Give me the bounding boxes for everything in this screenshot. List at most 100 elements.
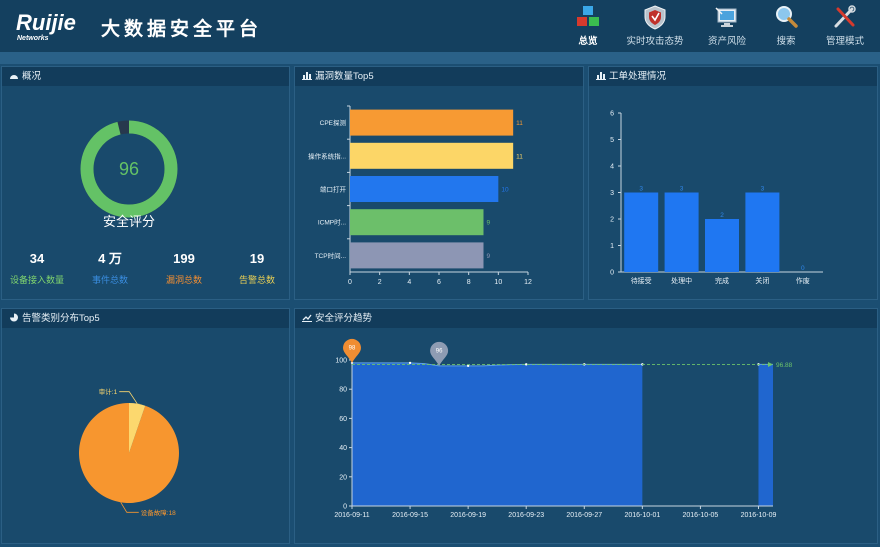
trend-area: [758, 364, 773, 506]
vuln-x-tick-label: 6: [437, 279, 441, 286]
ticket-category-label: 待接受: [631, 276, 652, 285]
brand-sub-text: Networks: [17, 35, 49, 42]
alert-panel-header: 告警类别分布Top5: [2, 309, 289, 328]
vuln-bar: [350, 209, 484, 236]
overview-panel: 概况 96 安全评分 34 设备接入数量 4 万 事件总数 199 漏洞总数 1…: [1, 66, 290, 300]
trend-area: [352, 362, 643, 506]
ticket-bar: [664, 192, 699, 272]
vuln-bar: [350, 142, 514, 169]
ticket-category-label: 处理中: [671, 276, 692, 285]
ticket-y-tick-label: 2: [610, 217, 614, 224]
trend-x-tick-label: 2016-09-15: [392, 512, 428, 519]
stat-device-count-label: 设备接入数量: [10, 274, 64, 285]
ticket-bar: [705, 219, 739, 272]
pie-chart-icon: [10, 313, 18, 322]
trend-title: 安全评分趋势: [315, 313, 373, 324]
header-band: [0, 52, 880, 64]
vuln-bar-chart: 0 2 4 6 8 10 12 CPE探测 11 操作系统指... 11 端口打开 10 ICMP时...…: [308, 105, 532, 286]
nav-asset-risk[interactable]: 资产风险: [694, 4, 760, 48]
vuln-value-label: 11: [516, 153, 523, 160]
ticket-bar: [624, 192, 659, 272]
trend-x-tick-label: 2016-09-11: [334, 512, 369, 519]
ticket-value-label: 3: [639, 186, 643, 193]
nav-admin-mode[interactable]: 管理模式: [812, 4, 878, 48]
nav-overview[interactable]: 总览: [555, 4, 621, 48]
trend-y-tick-label: 80: [339, 387, 347, 394]
vuln-top5-panel: 漏洞数量Top5 0 2 4 6 8 10 12 CPE探测 11 操作系统指... 11 端口打开 1…: [294, 66, 584, 300]
vuln-x-tick-label: 2: [378, 279, 382, 286]
app-title: 大数据安全平台: [101, 19, 263, 40]
stat-alert-total-label: 告警总数: [239, 274, 275, 285]
top-bar: Ruijie Networks 大数据安全平台 总览 实时攻击态势 资产风险 搜…: [0, 0, 880, 52]
stat-device-count-value: 34: [30, 251, 45, 266]
brand-text: Ruijie: [16, 10, 76, 35]
trend-y-tick-label: 40: [339, 445, 347, 452]
trend-y-tick-label: 20: [339, 474, 347, 481]
vuln-x-tick-label: 8: [467, 279, 471, 286]
bar-chart-icon: [302, 72, 312, 80]
score-trend-panel: 安全评分趋势 0 20 40 60 80 100 2016-09-11 2016-09-15 2…: [294, 308, 878, 544]
trend-x-tick-label: 2016-09-23: [508, 512, 544, 519]
overview-icon: [577, 6, 599, 26]
trend-x-tick-label: 2016-09-27: [566, 512, 602, 519]
trend-x-tick-label: 2016-09-19: [450, 512, 486, 519]
shield-icon: [644, 5, 666, 30]
overview-panel-header: 概况: [2, 67, 289, 86]
ticket-status-panel: 工单处理情况 0 1 2 3 4 5 6 3 待接受 3 处理中 2 完成 3 关闭 0 作废: [588, 66, 878, 300]
monitor-icon: [715, 7, 737, 27]
trend-min-marker-label: 96: [436, 348, 443, 354]
vuln-bar: [350, 176, 499, 202]
ticket-title: 工单处理情况: [609, 71, 667, 82]
alert-pie-leader-line: [119, 391, 138, 404]
ticket-bar: [745, 192, 780, 272]
vuln-category-label: CPE探测: [320, 118, 347, 127]
ticket-category-label: 关闭: [755, 276, 769, 285]
ruijie-logo: Ruijie Networks: [16, 10, 76, 42]
score-value: 96: [119, 159, 139, 179]
ticket-value-label: 3: [680, 186, 684, 193]
vuln-bar: [350, 242, 484, 269]
nav-search-label: 搜索: [776, 36, 796, 47]
stat-alert-total-value: 19: [250, 251, 264, 266]
stat-event-total-label: 事件总数: [92, 274, 128, 285]
trend-x-tick-label: 2016-10-01: [624, 512, 660, 519]
alert-pie-label: 设备故障:18: [141, 508, 176, 517]
vuln-value-label: 11: [516, 120, 523, 127]
alert-category-panel: 告警类别分布Top5 设备故障:18 审计:1: [1, 308, 290, 544]
ticket-bar-chart: 0 1 2 3 4 5 6 3 待接受 3 处理中 2 完成 3 关闭 0 作废: [610, 111, 823, 285]
overview-body: 96 安全评分 34 设备接入数量 4 万 事件总数 199 漏洞总数 19 告…: [10, 120, 275, 285]
stat-event-total-value: 4 万: [98, 251, 122, 266]
trend-y-tick-label: 100: [335, 358, 347, 365]
trend-panel-header: 安全评分趋势: [295, 309, 877, 328]
ticket-y-tick-label: 0: [610, 270, 614, 277]
nav-realtime-attack-label: 实时攻击态势: [626, 36, 684, 47]
trend-x-tick-label: 2016-10-09: [741, 512, 777, 519]
vuln-x-tick-label: 0: [348, 279, 352, 286]
alert-pie-chart: 设备故障:18 审计:1: [79, 387, 179, 517]
alert-pie-leader-line: [120, 502, 139, 513]
stat-vuln-total-label: 漏洞总数: [166, 274, 202, 285]
trend-x-tick-label: 2016-10-05: [683, 512, 719, 519]
vuln-bar: [350, 109, 514, 136]
ticket-category-label: 作废: [796, 276, 810, 285]
bar-chart-icon: [596, 72, 606, 80]
trend-max-marker-label: 98: [349, 345, 356, 351]
nav-asset-risk-label: 资产风险: [707, 36, 746, 47]
vuln-value-label: 10: [501, 187, 509, 194]
trend-point: [408, 361, 412, 365]
overview-title: 概况: [22, 71, 42, 82]
line-chart-icon: [302, 314, 312, 322]
dashboard-icon: [10, 75, 18, 79]
ticket-category-label: 完成: [715, 276, 729, 285]
vuln-category-label: 操作系统指...: [308, 151, 346, 160]
nav-search[interactable]: 搜索: [753, 4, 819, 48]
vuln-x-tick-label: 12: [524, 279, 532, 286]
vuln-x-tick-label: 10: [494, 279, 502, 286]
nav-realtime-attack[interactable]: 实时攻击态势: [622, 4, 688, 48]
vuln-value-label: 9: [487, 253, 491, 260]
ticket-panel-header: 工单处理情况: [589, 67, 877, 86]
ticket-y-tick-label: 4: [610, 164, 614, 171]
tools-icon: [834, 5, 856, 28]
vuln-title: 漏洞数量Top5: [315, 71, 374, 82]
vuln-x-tick-label: 4: [407, 279, 411, 286]
